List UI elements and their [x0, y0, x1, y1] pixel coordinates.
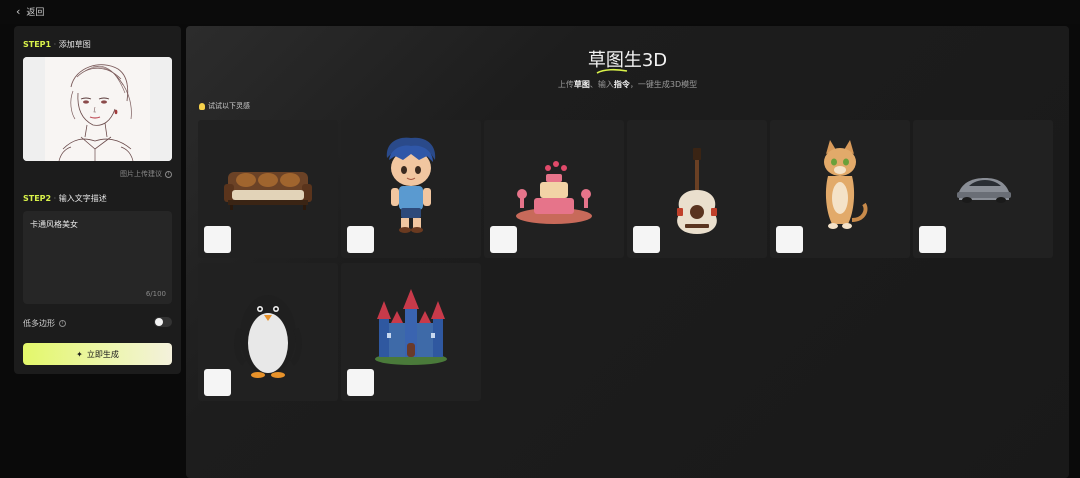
sketch-thumbnail: [204, 369, 231, 396]
top-bar: ‹ 返回: [0, 0, 1080, 24]
step1-label: 添加草图: [58, 40, 91, 49]
info-icon[interactable]: i: [59, 320, 66, 327]
prompt-value: 卡通风格美女: [30, 220, 78, 229]
step1-separator: ·: [53, 40, 57, 49]
subtitle-part: 上传: [557, 80, 574, 89]
step2-heading: STEP2 · 输入文字描述: [23, 193, 107, 204]
sketch-thumbnail: [347, 226, 374, 253]
sketch-thumbnail: [490, 226, 517, 253]
sparkle-icon: ✦: [76, 349, 83, 359]
example-card-car[interactable]: [913, 120, 1053, 258]
step2-separator: ·: [53, 194, 57, 203]
inspiration-label: 试试以下灵感: [208, 102, 250, 110]
sketch-thumbnail: [776, 226, 803, 253]
step2-number: STEP2: [23, 194, 52, 203]
sketch-thumbnail: [347, 369, 374, 396]
chevron-left-icon: ‹: [16, 4, 21, 18]
toggle-knob: [155, 318, 163, 326]
generate-label: 立即生成: [86, 349, 119, 359]
page-title: 草图生3D: [186, 46, 1069, 74]
subtitle-part: ，一键生成3D模型: [629, 80, 698, 89]
inspiration-heading: 试试以下灵感: [199, 101, 250, 111]
example-card-penguin[interactable]: [198, 263, 338, 401]
sketch-preview-image: [23, 57, 172, 161]
back-button[interactable]: ‹ 返回: [16, 4, 45, 19]
subtitle-bold: 指令: [613, 80, 630, 89]
lowpoly-toggle[interactable]: [154, 317, 172, 327]
lightbulb-icon: [199, 102, 205, 110]
prompt-textarea[interactable]: 卡通风格美女 6/100: [23, 211, 172, 304]
example-card-cat[interactable]: [770, 120, 910, 258]
example-card-boy[interactable]: [341, 120, 481, 258]
page-subtitle: 上传草图、输入指令，一键生成3D模型: [186, 79, 1069, 90]
sketch-upload-area[interactable]: [23, 57, 172, 161]
example-card-castle[interactable]: [341, 263, 481, 401]
subtitle-part: 、输入: [589, 80, 614, 89]
example-card-sofa[interactable]: [198, 120, 338, 258]
lowpoly-option: 低多边形 i: [23, 318, 66, 329]
upload-hint[interactable]: 图片上传建议 i: [120, 169, 172, 179]
sketch-thumbnail: [204, 226, 231, 253]
back-label: 返回: [26, 8, 45, 18]
generate-button[interactable]: ✦ 立即生成: [23, 343, 172, 365]
info-icon: i: [165, 170, 172, 178]
example-card-guitar[interactable]: [627, 120, 767, 258]
lowpoly-label: 低多边形: [23, 319, 55, 328]
example-card-cake[interactable]: [484, 120, 624, 258]
step1-heading: STEP1 · 添加草图: [23, 39, 91, 50]
subtitle-bold: 草图: [573, 80, 590, 89]
sketch-thumbnail: [633, 226, 660, 253]
title-underline-decoration: [596, 68, 628, 74]
step2-label: 输入文字描述: [58, 194, 107, 203]
step1-number: STEP1: [23, 40, 52, 49]
char-counter: 6/100: [145, 290, 166, 298]
upload-hint-label: 图片上传建议: [120, 170, 162, 178]
main-area: 草图生3D 上传草图、输入指令，一键生成3D模型 试试以下灵感: [186, 26, 1069, 478]
left-panel: STEP1 · 添加草图 图片上传建议 i STEP2 · 输入文字描述 卡通风…: [14, 26, 181, 374]
sketch-thumbnail: [919, 226, 946, 253]
